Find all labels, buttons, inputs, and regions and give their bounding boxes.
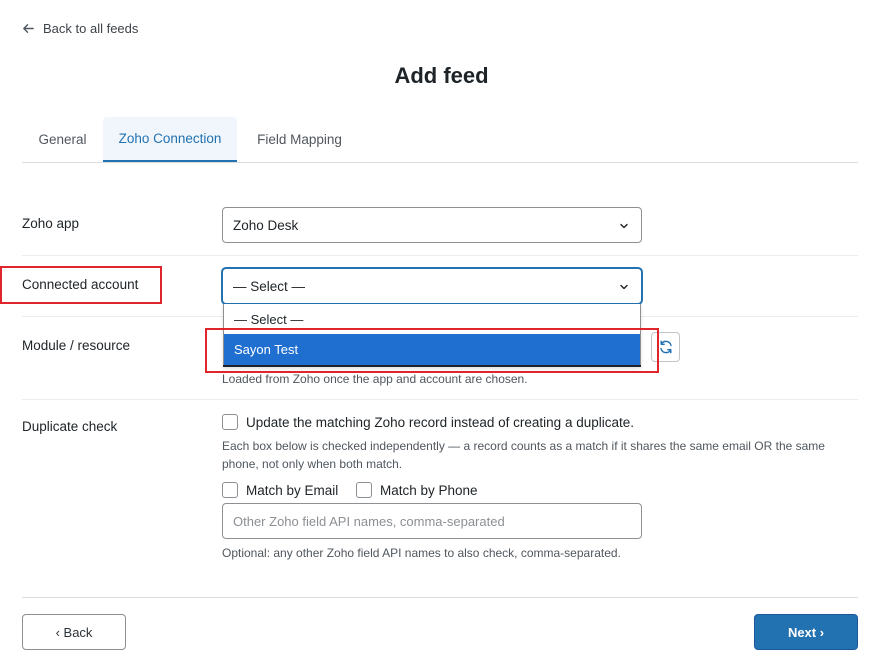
connected-account-label: Connected account [22,277,139,292]
module-resource-label: Module / resource [22,338,131,353]
row-divider [22,399,858,400]
page-title: Add feed [394,63,489,88]
duplicate-check-label: Duplicate check [22,419,118,434]
back-to-feeds-link[interactable]: Back to all feeds [22,21,138,36]
match-email-label: Match by Email [246,482,339,498]
dropdown-option-highlighted[interactable]: Sayon Test [224,334,640,365]
zoho-app-select[interactable]: Zoho Desk [222,207,642,243]
tab-general[interactable]: General [22,117,103,162]
duplicate-help-text: Each box below is checked independently … [222,439,825,471]
match-phone-checkbox[interactable] [356,482,372,498]
row-divider [22,255,858,256]
back-link-label: Back to all feeds [43,21,139,36]
connected-account-select[interactable]: — Select — [222,268,642,304]
match-email-option: Match by Email [222,482,338,498]
tab-zoho-connection[interactable]: Zoho Connection [103,117,237,162]
dropdown-option[interactable]: — Select — [224,304,640,334]
zoho-app-value: Zoho Desk [233,217,299,233]
update-matching-checkbox[interactable] [222,414,238,430]
chevron-down-icon [620,284,628,290]
update-matching-option: Update the matching Zoho record instead … [222,414,634,430]
zoho-app-label: Zoho app [22,216,80,231]
other-fields-input[interactable] [222,503,642,539]
connected-account-value: — Select — [233,278,306,294]
refresh-modules-button[interactable] [651,332,680,362]
back-button[interactable]: ‹ Back [22,614,126,650]
arrow-left-icon [23,24,34,33]
other-fields-help-text: Optional: any other Zoho field API names… [222,546,621,560]
refresh-icon [659,340,672,354]
page: Back to all feeds Add feed General Zoho … [0,0,883,672]
connected-account-dropdown: — Select — Sayon Test [223,304,641,367]
module-help-text: Loaded from Zoho once the app and accoun… [222,372,528,386]
tab-bar: General Zoho Connection Field Mapping [22,117,858,163]
update-matching-label: Update the matching Zoho record instead … [246,414,634,430]
match-phone-label: Match by Phone [380,482,478,498]
match-phone-option: Match by Phone [356,482,478,498]
match-email-checkbox[interactable] [222,482,238,498]
dropdown-bottom-edge [223,365,641,367]
footer-divider [22,597,858,598]
tab-field-mapping[interactable]: Field Mapping [237,117,362,162]
chevron-down-icon [620,223,628,229]
next-button[interactable]: Next › [754,614,858,650]
